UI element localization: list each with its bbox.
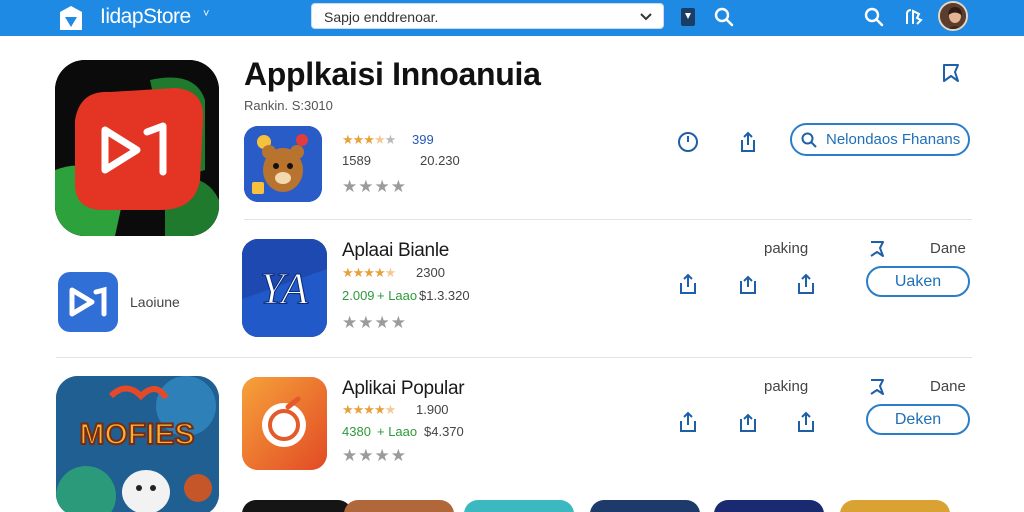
- divider: [56, 357, 972, 358]
- featured-action-label: Nelondaos Fhanans: [826, 131, 961, 148]
- page-title: Applkaisi Innoanuia: [244, 56, 541, 92]
- rating-stars: ★★★★★: [342, 265, 396, 280]
- list-item-icon[interactable]: [242, 377, 327, 470]
- share-icon[interactable]: [736, 272, 760, 296]
- downloads-extra: + Laao: [377, 424, 418, 439]
- ranking-label: paking: [764, 378, 809, 395]
- get-button[interactable]: Uaken: [866, 266, 970, 297]
- divider: [244, 219, 972, 220]
- done-label: Dane: [930, 240, 966, 257]
- ranking-label: paking: [764, 240, 809, 257]
- bookmark-icon[interactable]: [866, 238, 888, 260]
- search-icon[interactable]: [712, 5, 736, 29]
- user-rating-stars[interactable]: ★★★★: [342, 313, 407, 333]
- search-icon: [801, 132, 817, 148]
- bookmark-icon[interactable]: [866, 376, 888, 398]
- share-icon[interactable]: [676, 410, 700, 434]
- rating-count: 1.900: [416, 402, 449, 417]
- list-item-name[interactable]: Aplikai Popular: [342, 378, 465, 400]
- search-input[interactable]: Sapjo enddrenoar.: [311, 3, 664, 29]
- downloads-value: 4380: [342, 424, 371, 439]
- chevron-down-icon[interactable]: ˅: [203, 8, 209, 20]
- thumbnail[interactable]: [242, 500, 352, 512]
- download-count: 1589: [342, 153, 371, 168]
- store-logo-icon[interactable]: [56, 3, 86, 33]
- notification-icon[interactable]: [902, 5, 926, 29]
- thumbnail[interactable]: [714, 500, 824, 512]
- list-item-icon[interactable]: MOFIES: [56, 376, 219, 512]
- chevron-down-icon[interactable]: [639, 10, 653, 24]
- rating-stars: ★★★★★: [342, 402, 396, 417]
- rating-stars: ★★★★★: [342, 132, 396, 147]
- avatar[interactable]: [938, 1, 968, 31]
- user-rating-stars[interactable]: ★★★★: [342, 177, 407, 197]
- hero-app-icon[interactable]: [55, 60, 219, 236]
- page-subtitle: Rankin. S:3010: [244, 98, 333, 113]
- search-icon[interactable]: [862, 5, 886, 29]
- price-value: $1.3.320: [419, 288, 470, 303]
- clock-icon[interactable]: [676, 130, 700, 154]
- share-icon[interactable]: [736, 410, 760, 434]
- price-value: $4.370: [424, 424, 464, 439]
- featured-app-icon[interactable]: [244, 126, 322, 202]
- svg-text:YA: YA: [260, 264, 309, 313]
- game-title-text: MOFIES: [79, 418, 194, 451]
- side-app-icon[interactable]: [58, 272, 118, 332]
- featured-action-button[interactable]: Nelondaos Fhanans: [790, 123, 970, 156]
- list-item-name[interactable]: Aplaai Bianle: [342, 240, 449, 262]
- downloads-extra: + Laao: [377, 288, 418, 303]
- store-name[interactable]: IidapStore: [100, 5, 191, 29]
- share-icon[interactable]: [676, 272, 700, 296]
- bookmark-icon[interactable]: [940, 62, 962, 84]
- thumbnail[interactable]: [590, 500, 700, 512]
- done-label: Dane: [930, 378, 966, 395]
- share-icon[interactable]: [794, 272, 818, 296]
- rating-count: 399: [412, 132, 434, 147]
- thumbnail[interactable]: [464, 500, 574, 512]
- get-button[interactable]: Deken: [866, 404, 970, 435]
- share-icon[interactable]: [794, 410, 818, 434]
- top-bar: IidapStore ˅ Sapjo enddrenoar.: [0, 0, 1024, 36]
- share-icon[interactable]: [736, 130, 760, 154]
- user-rating-stars[interactable]: ★★★★: [342, 446, 407, 466]
- downloads-value: 2.009: [342, 288, 375, 303]
- thumbnail[interactable]: [344, 500, 454, 512]
- bookmark-icon[interactable]: [676, 5, 700, 29]
- rating-count: 2300: [416, 265, 445, 280]
- search-input-text[interactable]: Sapjo enddrenoar.: [324, 9, 438, 25]
- thumbnail[interactable]: [840, 500, 950, 512]
- price-value: 20.230: [420, 153, 460, 168]
- list-item-icon[interactable]: YA: [242, 239, 327, 337]
- side-app-label[interactable]: Laoiune: [130, 294, 180, 310]
